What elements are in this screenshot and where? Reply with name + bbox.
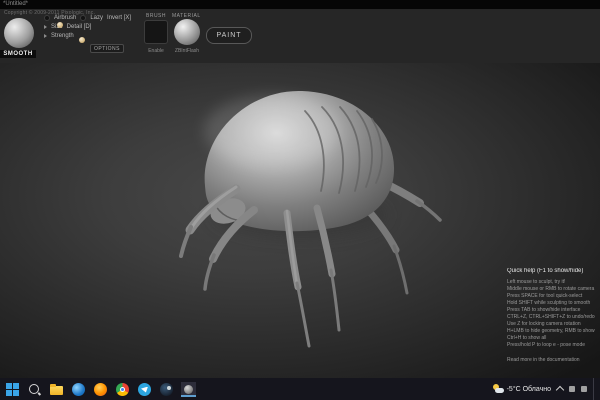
help-line: Use Z for locking camera rotation — [507, 321, 581, 327]
sculptris-window: *Untitled* Copyright © 2009-2011 Pixolog… — [0, 0, 600, 400]
search-icon[interactable] — [27, 382, 42, 397]
strength-triangle-icon — [44, 33, 47, 38]
strength-row: Strength — [44, 31, 144, 40]
active-brush-thumbnail[interactable] — [4, 18, 34, 48]
taskbar-icons — [0, 381, 196, 397]
help-line: CTRL+Z, CTRL+SHIFT+Z to undo/redo — [507, 314, 595, 320]
options-button[interactable]: OPTIONS — [90, 44, 124, 53]
detail-label[interactable]: Detail [D] — [67, 24, 92, 30]
weather-label: -5°C Облачно — [506, 385, 551, 393]
airbrush-label[interactable]: Airbrush — [54, 15, 76, 21]
start-icon[interactable] — [5, 381, 20, 397]
tray-app-icon[interactable] — [569, 386, 575, 392]
size-triangle-icon — [44, 24, 47, 29]
material-name: ZBIntFlash — [174, 48, 200, 54]
help-line: Middle mouse or RMB to rotate camera — [507, 286, 595, 292]
sculpt-viewport[interactable]: Quick help (F1 to show/hide) Left mouse … — [0, 63, 600, 378]
brush-section-label: BRUSH — [146, 13, 167, 19]
sculptris-icon[interactable] — [181, 381, 196, 397]
file-explorer-icon[interactable] — [49, 382, 64, 397]
chevron-up-icon[interactable] — [555, 385, 565, 395]
airbrush-toggle[interactable] — [44, 14, 50, 21]
paint-mode-button[interactable]: PAINT — [206, 27, 252, 44]
invert-label[interactable]: Invert [X] — [107, 15, 131, 21]
system-tray: -5°C Облачно — [492, 378, 600, 400]
help-line: H+LMB to hide geometry, RMB to show — [507, 328, 595, 334]
active-brush-name: SMOOTH — [0, 50, 36, 58]
brush-texture-slot[interactable] — [144, 20, 168, 44]
toggle-row: Airbrush Lazy Invert [X] — [44, 13, 144, 22]
lazy-toggle[interactable] — [80, 14, 87, 21]
help-line: Press TAB to show/hide interface — [507, 307, 581, 313]
help-line: Hold SHIFT while sculpting to smooth — [507, 300, 591, 306]
quick-help-panel: Quick help (F1 to show/hide) Left mouse … — [507, 268, 599, 363]
material-preview-sphere[interactable] — [174, 19, 200, 45]
window-title: *Untitled* — [3, 1, 29, 7]
telegram-icon[interactable] — [137, 382, 152, 397]
tray-app-icon[interactable] — [581, 386, 587, 392]
help-line: Ctrl+H to show all — [507, 335, 547, 341]
show-desktop-button[interactable] — [593, 378, 597, 400]
help-line: Press SPACE for tool quick-select — [507, 293, 583, 299]
lazy-label[interactable]: Lazy — [90, 15, 103, 21]
chrome-icon[interactable] — [115, 382, 130, 397]
brush-enable-label[interactable]: Enable — [142, 48, 170, 54]
edge-icon[interactable] — [71, 382, 86, 397]
help-lines: Left mouse to sculpt, try it! Middle mous… — [507, 279, 599, 349]
toolbar: Copyright © 2009-2011 Pixologic, Inc. SM… — [0, 9, 600, 64]
steam-icon[interactable] — [159, 382, 174, 397]
strength-slider-knob[interactable] — [79, 37, 85, 43]
weather-widget[interactable]: -5°C Облачно — [492, 384, 551, 394]
windows-taskbar: -5°C Облачно — [0, 378, 600, 400]
size-slider-knob[interactable] — [57, 22, 63, 28]
quick-help-footer: Read more in the documentation — [507, 357, 580, 363]
title-bar: *Untitled* — [0, 0, 600, 9]
firefox-icon[interactable] — [93, 382, 108, 397]
weather-icon — [492, 384, 504, 394]
help-line: Left mouse to sculpt, try it! — [507, 279, 566, 285]
strength-label[interactable]: Strength — [51, 33, 74, 39]
help-line: Press/hold P to loop e - pose mode — [507, 342, 586, 348]
quick-help-title: Quick help (F1 to show/hide) — [507, 268, 584, 274]
